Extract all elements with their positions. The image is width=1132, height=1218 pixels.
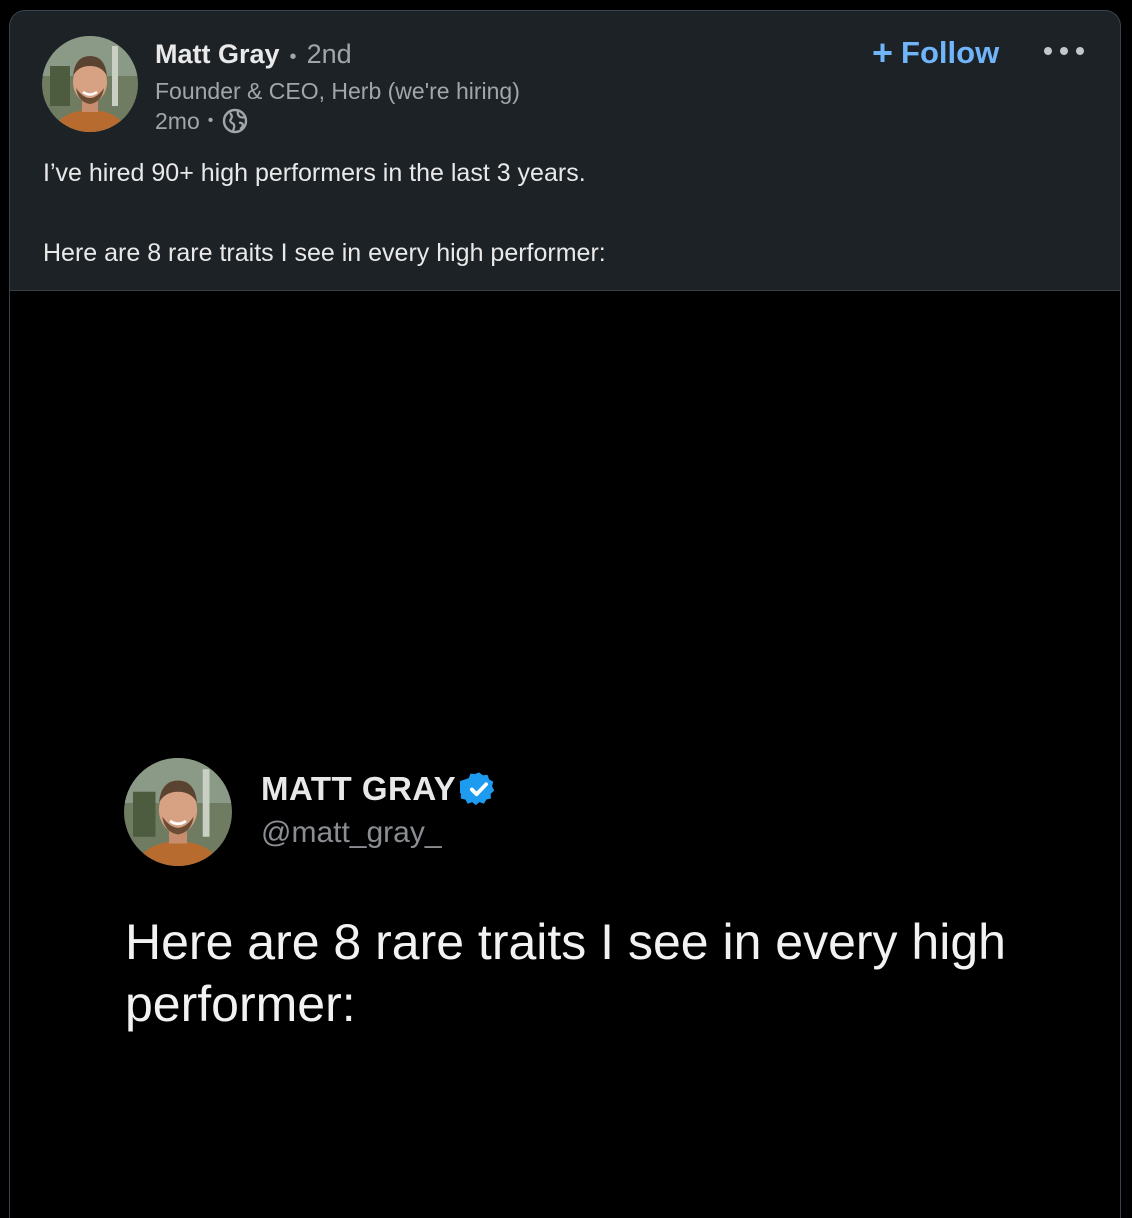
post-body: I’ve hired 90+ high performers in the la…: [43, 157, 1093, 269]
post-text-line: I’ve hired 90+ high performers in the la…: [43, 159, 586, 187]
tweet-text: Here are 8 rare traits I see in every hi…: [125, 914, 1006, 1032]
author-name[interactable]: Matt Gray: [155, 37, 280, 71]
tweet-handle: @matt_gray_: [261, 816, 442, 849]
post-meta: 2mo •: [155, 106, 520, 136]
tweet-author-name: MATT GRAY: [261, 770, 457, 807]
connection-degree: 2nd: [306, 39, 352, 69]
author-avatar[interactable]: [42, 36, 138, 132]
verified-badge-icon: [457, 770, 498, 808]
post-time[interactable]: 2mo: [155, 106, 200, 136]
feed-post: Matt Gray • 2nd Founder & CEO, Herb (we'…: [9, 10, 1121, 1218]
follow-label: Follow: [901, 35, 1000, 70]
author-name-row: Matt Gray • 2nd: [155, 37, 520, 74]
name-separator: •: [289, 46, 297, 68]
author-photo: [42, 36, 138, 132]
time-separator: •: [207, 112, 214, 129]
author-info: Matt Gray • 2nd Founder & CEO, Herb (we'…: [155, 37, 520, 136]
post-header: Matt Gray • 2nd Founder & CEO, Herb (we'…: [10, 11, 1120, 141]
tweet-avatar: [124, 758, 232, 866]
follow-button[interactable]: + Follow: [872, 33, 999, 73]
more-horizontal-icon[interactable]: [1042, 39, 1086, 63]
post-text-line: Here are 8 rare traits I see in every hi…: [43, 239, 606, 267]
tweet-name-row: MATT GRAY: [261, 769, 498, 809]
plus-icon: +: [872, 32, 894, 73]
tweet-author-photo: [124, 758, 232, 866]
globe-icon: [221, 107, 249, 135]
post-image[interactable]: MATT GRAY @matt_gray_ Here are 8 rare tr…: [10, 290, 1120, 1218]
author-headline: Founder & CEO, Herb (we're hiring): [155, 78, 520, 104]
